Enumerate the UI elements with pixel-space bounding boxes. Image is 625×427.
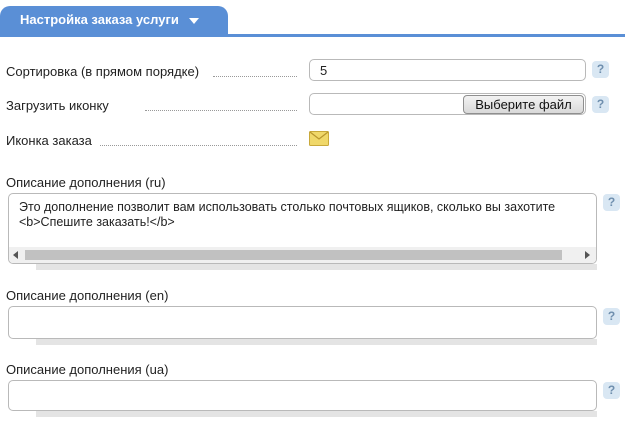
tab-order-settings[interactable]: Настройка заказа услуги	[0, 6, 228, 36]
resize-shadow	[36, 339, 597, 345]
chevron-down-icon	[188, 17, 199, 24]
description-en-label: Описание дополнения (en)	[6, 288, 169, 303]
description-ua-label: Описание дополнения (ua)	[6, 362, 169, 377]
order-icon-label: Иконка заказа	[6, 133, 92, 148]
help-icon[interactable]: ?	[603, 308, 620, 325]
description-ua-textarea[interactable]	[8, 380, 597, 411]
description-ru-text: Это дополнение позволит вам использовать…	[19, 200, 556, 229]
envelope-icon	[309, 131, 329, 146]
upload-icon-label: Загрузить иконку	[6, 98, 109, 113]
help-icon[interactable]: ?	[603, 382, 620, 399]
help-icon[interactable]: ?	[592, 61, 609, 78]
scrollbar-thumb[interactable]	[25, 250, 562, 260]
resize-shadow	[36, 411, 597, 417]
description-en-textarea[interactable]	[8, 306, 597, 339]
dotted-leader	[100, 145, 297, 146]
scroll-right-icon[interactable]	[585, 251, 590, 259]
help-icon[interactable]: ?	[592, 96, 609, 113]
dotted-leader	[213, 76, 297, 77]
choose-file-button[interactable]: Выберите файл	[463, 95, 584, 114]
resize-shadow	[36, 264, 597, 270]
file-input[interactable]: Выберите файл	[309, 93, 586, 115]
description-ru-label: Описание дополнения (ru)	[6, 175, 166, 190]
description-ru-textarea[interactable]: Это дополнение позволит вам использовать…	[8, 193, 597, 264]
dotted-leader	[145, 110, 297, 111]
horizontal-scrollbar[interactable]	[9, 247, 596, 263]
sort-label: Сортировка (в прямом порядке)	[6, 64, 200, 79]
tab-underline	[0, 34, 625, 37]
scroll-left-icon[interactable]	[13, 251, 18, 259]
tab-title: Настройка заказа услуги	[20, 12, 179, 27]
help-icon[interactable]: ?	[603, 194, 620, 211]
sort-input[interactable]	[309, 59, 586, 81]
